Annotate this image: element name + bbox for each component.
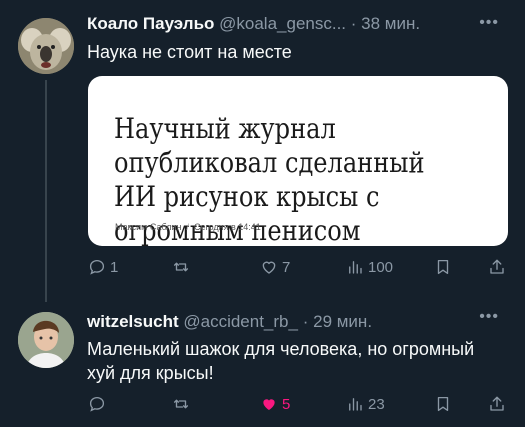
like-count: 7 [282,258,291,276]
media-attachment[interactable]: Научный журнал опубликовал сделанный ИИ … [88,76,508,246]
retweet-button[interactable] [172,395,194,413]
more-options-icon[interactable]: ••• [479,14,499,32]
timestamp[interactable]: 29 мин. [313,312,372,331]
tweet-text: Наука не стоит на месте [87,42,292,62]
reply-button[interactable]: 1 [88,258,118,276]
tweet-header: Коало Пауэльо @koala_gensc... · 38 мин. [87,14,420,34]
article-date: Сегодня в 14:41 [193,222,261,232]
action-bar: 1 7 100 [88,258,508,282]
share-icon [490,396,504,411]
thread-line [45,80,47,302]
avatar[interactable] [18,312,74,368]
share-button[interactable] [488,258,506,276]
views-button[interactable]: 23 [346,395,385,413]
separator-dot: · [302,312,309,331]
views-chart-icon [349,261,362,274]
views-count: 23 [368,395,385,413]
like-button[interactable]: 7 [260,258,290,276]
author-handle[interactable]: @accident_rb_ [183,312,298,331]
reply-icon [89,259,105,275]
separator-dot: · [350,14,357,33]
author-handle[interactable]: @koala_gensc... [219,14,346,33]
views-count: 100 [368,258,394,276]
more-options-icon[interactable]: ••• [479,308,499,326]
retweet-icon [173,262,189,272]
bookmark-button[interactable] [434,258,452,276]
user-avatar-image [18,312,74,368]
article-byline: Максим Саблин / Сегодня в 14:41 [115,222,261,232]
tweet-text: Маленький шажок для человека, но огромны… [87,339,475,383]
author-name[interactable]: Коало Пауэльо [87,14,214,33]
reply-button[interactable] [88,395,110,413]
avatar[interactable] [18,18,74,74]
byline-separator: / [186,222,189,232]
reply-icon [89,396,105,412]
share-icon [490,259,504,274]
tweet[interactable]: Коало Пауэльо @koala_gensc... · 38 мин. … [0,0,525,302]
article-author: Максим Саблин [115,222,182,232]
action-bar: 5 23 [88,395,508,419]
heart-icon [262,261,276,274]
author-name[interactable]: witzelsucht [87,312,179,331]
bookmark-icon [437,396,449,412]
tweet-header: witzelsucht @accident_rb_ · 29 мин. [87,312,372,332]
share-button[interactable] [488,395,506,413]
timestamp[interactable]: 38 мин. [361,14,420,33]
bookmark-icon [437,259,449,275]
views-button[interactable]: 100 [346,258,393,276]
retweet-icon [173,399,189,409]
koala-avatar-image [18,18,74,74]
like-count: 5 [282,395,291,413]
heart-filled-icon [263,399,275,410]
views-chart-icon [349,398,362,411]
bookmark-button[interactable] [434,395,452,413]
like-button[interactable]: 5 [260,395,290,413]
reply-count: 1 [110,258,119,276]
retweet-button[interactable] [172,258,194,276]
